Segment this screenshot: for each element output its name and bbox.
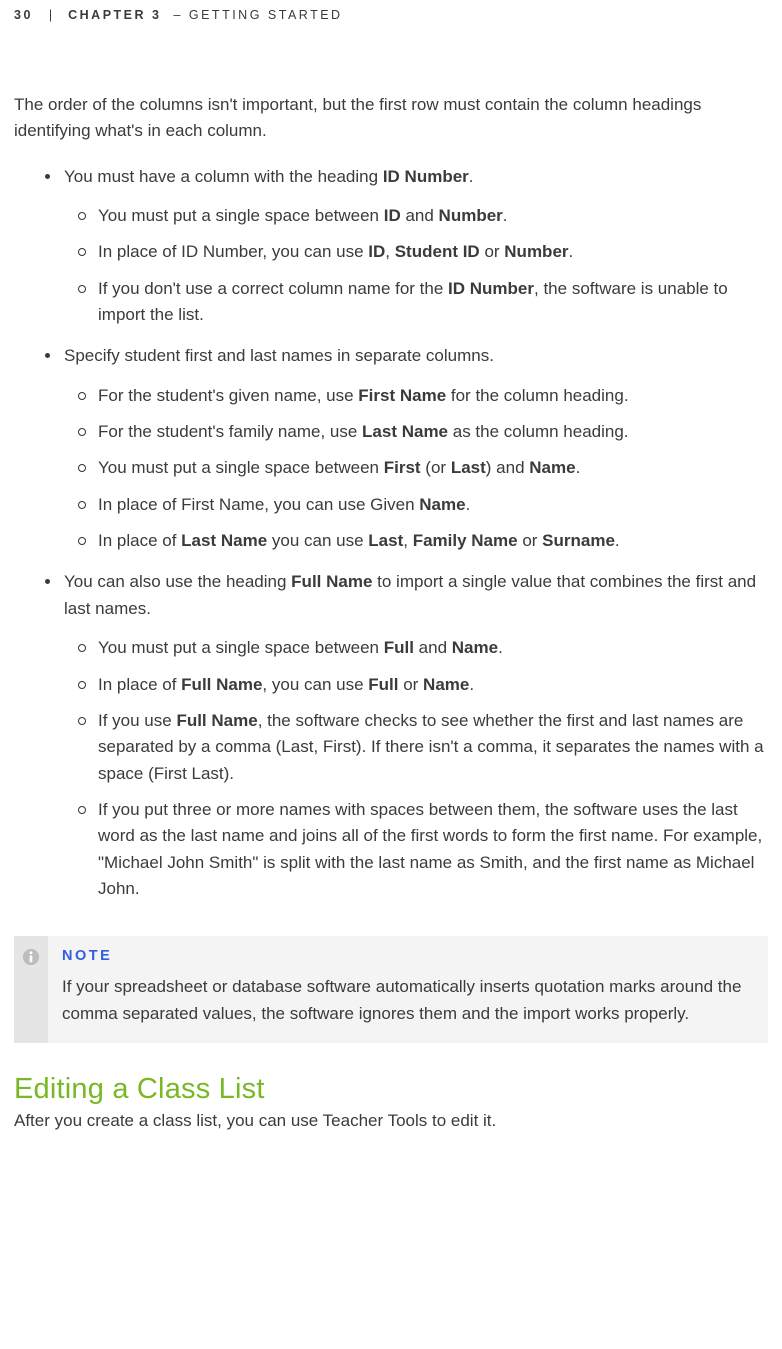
main-bullet-list: You must have a column with the heading … <box>14 159 768 913</box>
list-item: You must put a single space between ID a… <box>96 198 768 234</box>
note-body: NOTE If your spreadsheet or database sof… <box>48 936 768 1043</box>
list-item: In place of Full Name, you can use Full … <box>96 667 768 703</box>
note-callout: NOTE If your spreadsheet or database sof… <box>14 936 768 1043</box>
list-item: For the student's given name, use First … <box>96 378 768 414</box>
list-item: In place of First Name, you can use Give… <box>96 487 768 523</box>
note-label: NOTE <box>62 948 754 964</box>
page-number: 30 <box>14 8 33 22</box>
list-item: For the student's family name, use Last … <box>96 414 768 450</box>
chapter-dash-sym: – <box>173 8 182 22</box>
list-item: Specify student first and last names in … <box>62 338 768 564</box>
list-item: If you put three or more names with spac… <box>96 792 768 907</box>
header-separator: | <box>39 8 62 22</box>
page: 30 | CHAPTER 3 – GETTING STARTED The ord… <box>0 0 782 1349</box>
list-item: You can also use the heading Full Name t… <box>62 564 768 912</box>
note-text: If your spreadsheet or database software… <box>62 974 754 1027</box>
sub-list: For the student's given name, use First … <box>64 378 768 560</box>
section-heading: Editing a Class List <box>14 1073 768 1106</box>
intro-paragraph: The order of the columns isn't important… <box>14 92 768 145</box>
list-item: If you don't use a correct column name f… <box>96 271 768 334</box>
list-item: You must put a single space between Firs… <box>96 450 768 486</box>
list-item: You must have a column with the heading … <box>62 159 768 339</box>
chapter-label: CHAPTER 3 <box>68 8 161 22</box>
list-item: In place of Last Name you can use Last, … <box>96 523 768 559</box>
sub-list: You must put a single space between ID a… <box>64 198 768 333</box>
section-intro: After you create a class list, you can u… <box>14 1108 768 1134</box>
list-item: If you use Full Name, the software check… <box>96 703 768 792</box>
chapter-title: GETTING STARTED <box>189 8 343 22</box>
list-item: In place of ID Number, you can use ID, S… <box>96 234 768 270</box>
running-header: 30 | CHAPTER 3 – GETTING STARTED <box>14 8 768 92</box>
info-icon <box>22 948 40 966</box>
note-icon-column <box>14 936 48 1043</box>
list-item: You must put a single space between Full… <box>96 630 768 666</box>
sub-list: You must put a single space between Full… <box>64 630 768 907</box>
